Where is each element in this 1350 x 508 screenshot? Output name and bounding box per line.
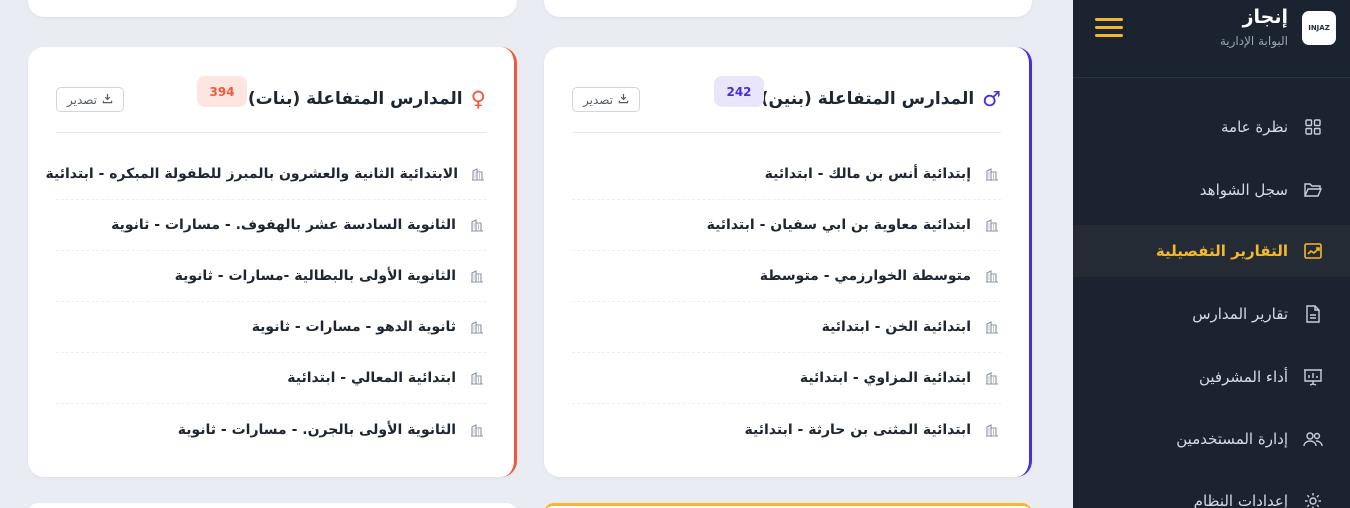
card-title: ♀ المدارس المتفاعلة (بنات) — [248, 87, 486, 111]
girls-schools-card: ♀ المدارس المتفاعلة (بنات) 394 تصدير الا… — [28, 47, 517, 477]
building-icon — [983, 216, 1001, 234]
top-card-right — [544, 0, 1032, 17]
sidebar-item-system-settings[interactable]: إعدادات النظام — [1073, 475, 1350, 508]
sidebar-item-supervisors-performance[interactable]: أداء المشرفين — [1073, 351, 1350, 403]
card-title-text: المدارس المتفاعلة (بنين) — [760, 89, 975, 109]
card-title: ♂ المدارس المتفاعلة (بنين) — [761, 87, 1001, 111]
list-item: ابتدائية المثنى بن حارثة - ابتدائية — [572, 404, 1001, 455]
list-item: متوسطة الخوارزمي - متوسطة — [572, 251, 1001, 302]
card-title-text: المدارس المتفاعلة (بنات) — [247, 89, 463, 109]
list-item: ابتدائية معاوية بن ابي سفيان - ابتدائية — [572, 200, 1001, 251]
list-item: الابتدائية الثانية والعشرون بالمبرز للطف… — [46, 149, 486, 200]
card-header: ♂ المدارس المتفاعلة (بنين) 242 تصدير — [572, 67, 1001, 133]
list-item: الثانوية الأولى بالجرن. - مسارات - ثانوي… — [56, 404, 486, 455]
building-icon — [470, 165, 486, 183]
list-item: إبتدائية أنس بن مالك - ابتدائية — [572, 149, 1001, 200]
school-list: إبتدائية أنس بن مالك - ابتدائية ابتدائية… — [572, 149, 1001, 455]
sidebar: INJAZ إنجاز البوابة الإدارية نظرة عامة س… — [1073, 0, 1350, 508]
card-header: ♀ المدارس المتفاعلة (بنات) 394 تصدير — [56, 67, 486, 133]
count-badge: 394 — [197, 76, 247, 107]
brand-title: إنجاز — [1242, 6, 1288, 28]
users-icon — [1302, 428, 1324, 450]
list-item: ابتدائية المعالي - ابتدائية — [56, 353, 486, 404]
list-item: ابتدائية المزاوي - ابتدائية — [572, 353, 1001, 404]
list-item: الثانوية السادسة عشر بالهفوف. - مسارات -… — [56, 200, 486, 251]
document-icon — [1302, 303, 1324, 325]
building-icon — [983, 165, 1001, 183]
sidebar-item-school-reports[interactable]: تقارير المدارس — [1073, 288, 1350, 340]
top-card-left — [28, 0, 517, 17]
building-icon — [468, 369, 486, 387]
logo-text: INJAZ — [1308, 24, 1330, 32]
grid-icon — [1302, 116, 1324, 138]
female-icon: ♀ — [470, 87, 486, 111]
brand-subtitle: البوابة الإدارية — [1219, 34, 1288, 48]
download-icon — [102, 93, 113, 107]
brand-header: INJAZ إنجاز البوابة الإدارية — [1073, 0, 1350, 78]
building-icon — [983, 421, 1001, 439]
folder-icon — [1302, 179, 1324, 201]
export-label: تصدير — [583, 92, 614, 107]
building-icon — [468, 267, 486, 285]
sidebar-item-evidence-log[interactable]: سجل الشواهد — [1073, 164, 1350, 216]
gear-icon — [1302, 490, 1324, 508]
boys-schools-card: ♂ المدارس المتفاعلة (بنين) 242 تصدير إبت… — [544, 47, 1032, 477]
sidebar-item-overview[interactable]: نظرة عامة — [1073, 101, 1350, 153]
building-icon — [468, 216, 486, 234]
school-list: الابتدائية الثانية والعشرون بالمبرز للطف… — [46, 149, 486, 455]
export-button[interactable]: تصدير — [56, 87, 125, 112]
sidebar-item-detailed-reports[interactable]: التقارير التفصيلية — [1073, 225, 1350, 277]
logo: INJAZ — [1302, 11, 1336, 45]
export-button[interactable]: تصدير — [572, 87, 641, 112]
count-badge: 242 — [714, 76, 764, 107]
bottom-card-left — [28, 503, 517, 508]
building-icon — [468, 318, 486, 336]
sidebar-item-user-management[interactable]: إدارة المستخدمين — [1073, 413, 1350, 465]
building-icon — [983, 369, 1001, 387]
male-icon: ♂ — [982, 87, 1001, 111]
chart-icon — [1302, 240, 1324, 262]
download-icon — [618, 93, 629, 107]
menu-toggle-icon[interactable] — [1095, 16, 1123, 40]
presentation-icon — [1302, 366, 1324, 388]
building-icon — [983, 318, 1001, 336]
building-icon — [468, 421, 486, 439]
export-label: تصدير — [67, 92, 98, 107]
list-item: الثانوية الأولى بالبطالية -مسارات - ثانو… — [56, 251, 486, 302]
bottom-card-right — [544, 503, 1032, 508]
list-item: ابتدائية الخن - ابتدائية — [572, 302, 1001, 353]
list-item: ثانوية الدهو - مسارات - ثانوية — [56, 302, 486, 353]
building-icon — [983, 267, 1001, 285]
